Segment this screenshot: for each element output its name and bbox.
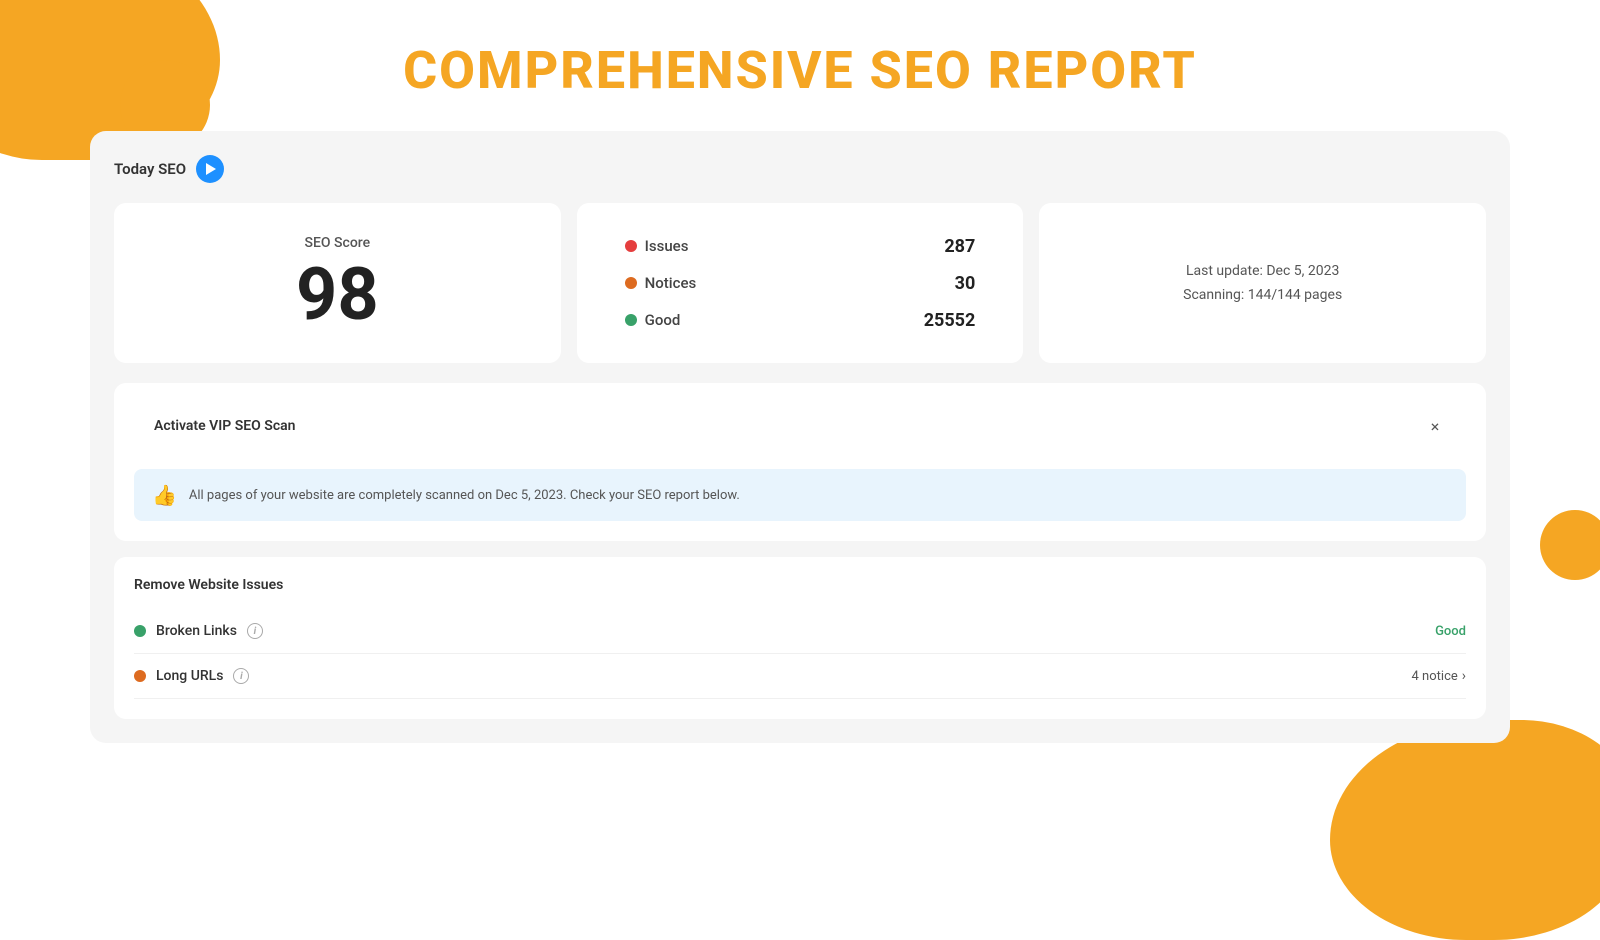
info-box: 👍 All pages of your website are complete… [134, 469, 1466, 521]
long-urls-notice-text: 4 notice [1412, 669, 1458, 684]
website-issues-section: Remove Website Issues Broken Links i Goo… [114, 557, 1486, 719]
info-text: All pages of your website are completely… [189, 488, 740, 503]
stats-row: SEO Score 98 Issues 287 [114, 203, 1486, 363]
info-icon-long-urls[interactable]: i [233, 668, 249, 684]
issue-count-issues: 287 [944, 236, 975, 257]
long-urls-label: Long URLs [156, 668, 223, 684]
dot-issues [625, 240, 637, 252]
broken-links-row[interactable]: Broken Links i Good [134, 609, 1466, 654]
broken-links-label: Broken Links [156, 623, 237, 639]
issue-count-good: 25552 [924, 310, 976, 331]
last-update-text: Last update: Dec 5, 2023 [1186, 263, 1339, 279]
issues-list: Issues 287 Notices 30 [605, 236, 996, 331]
broken-links-status: Good [1435, 624, 1466, 639]
issue-count-notices: 30 [955, 273, 976, 294]
dot-good [625, 314, 637, 326]
issue-label-notices: Notices [645, 274, 697, 292]
chevron-right-icon: › [1462, 668, 1466, 684]
vip-section: Activate VIP SEO Scan × 👍 All pages of y… [114, 383, 1486, 541]
long-urls-row[interactable]: Long URLs i 4 notice › [134, 654, 1466, 699]
info-icon-broken-links[interactable]: i [247, 623, 263, 639]
issue-label-good: Good [645, 311, 681, 329]
vip-banner-label: Activate VIP SEO Scan [154, 418, 295, 434]
vip-banner: Activate VIP SEO Scan × [134, 399, 1466, 453]
today-seo-label: Today SEO [114, 160, 186, 178]
deco-bottom-right [1330, 720, 1600, 940]
page-title: COMPREHENSIVE SEO REPORT [90, 40, 1510, 101]
dot-broken-links [134, 625, 146, 637]
issues-section-title: Remove Website Issues [134, 577, 1466, 593]
dot-long-urls [134, 670, 146, 682]
scanning-text: Scanning: 144/144 pages [1183, 287, 1342, 303]
issue-row-issues: Issues 287 [625, 236, 976, 257]
dot-notices [625, 277, 637, 289]
thumbs-up-icon: 👍 [152, 483, 177, 507]
issue-row-notices: Notices 30 [625, 273, 976, 294]
close-button[interactable]: × [1424, 415, 1446, 437]
issues-card: Issues 287 Notices 30 [577, 203, 1024, 363]
header: COMPREHENSIVE SEO REPORT [90, 0, 1510, 131]
seo-score-value: 98 [296, 259, 379, 331]
issue-label-issues: Issues [645, 237, 689, 255]
today-seo-bar: Today SEO [114, 155, 1486, 183]
last-update-card: Last update: Dec 5, 2023 Scanning: 144/1… [1039, 203, 1486, 363]
issue-row-good: Good 25552 [625, 310, 976, 331]
long-urls-status: 4 notice › [1412, 668, 1466, 684]
play-button[interactable] [196, 155, 224, 183]
main-card: Today SEO SEO Score 98 Issues 287 [90, 131, 1510, 743]
seo-score-card: SEO Score 98 [114, 203, 561, 363]
seo-score-label: SEO Score [305, 235, 371, 251]
